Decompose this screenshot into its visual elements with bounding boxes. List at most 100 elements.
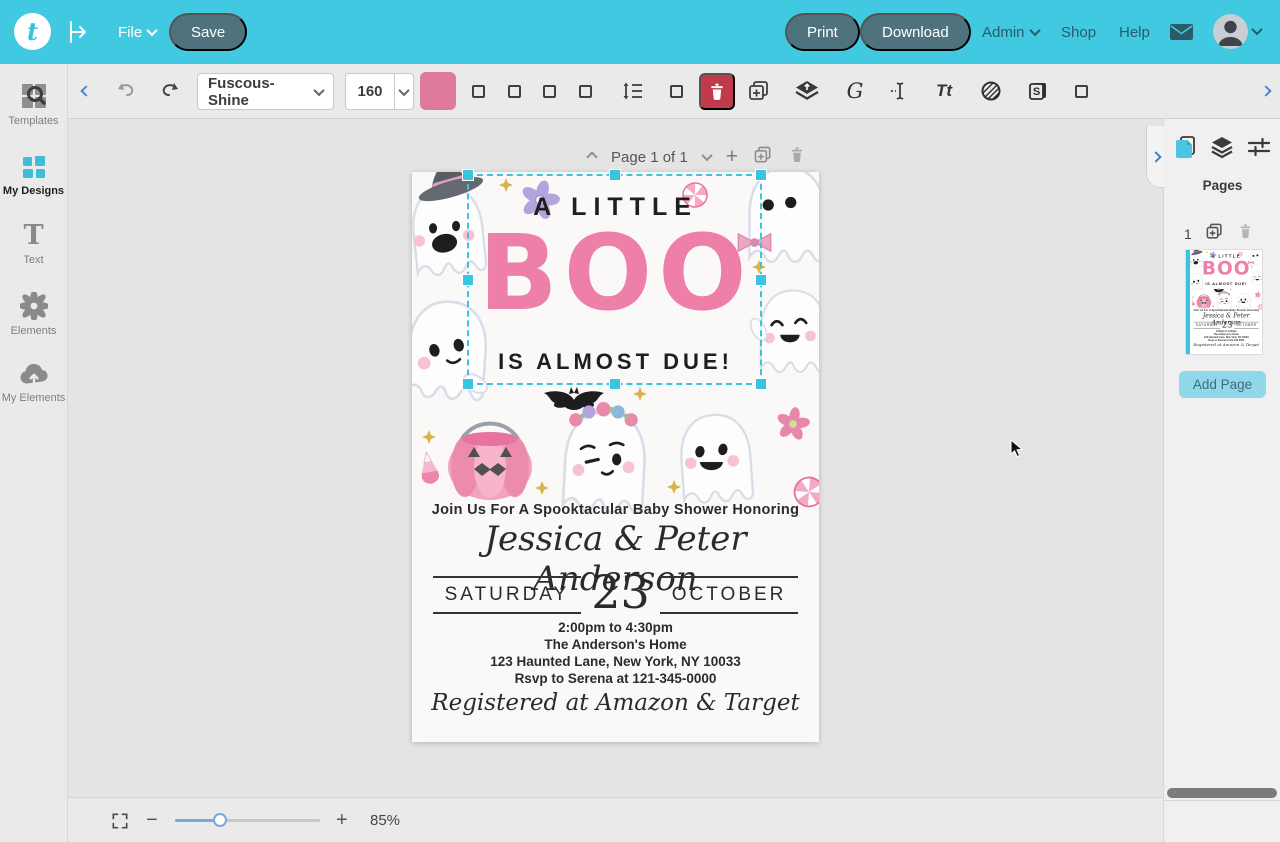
zoom-in-icon[interactable]: + xyxy=(336,798,348,842)
sidebar-label: Templates xyxy=(8,115,58,127)
font-size-dropdown[interactable] xyxy=(394,73,414,110)
sidebar-item-my-designs[interactable]: My Designs xyxy=(0,153,68,197)
delete-page-icon[interactable] xyxy=(788,146,806,169)
sidebar-item-text[interactable]: T Text xyxy=(0,223,68,266)
font-style-glyph-icon[interactable]: G xyxy=(841,77,869,105)
sidebar-label: My Elements xyxy=(2,392,66,404)
pumpkin-bucket xyxy=(1196,295,1211,309)
my-designs-grid-icon xyxy=(20,153,48,180)
layers-tab-icon[interactable] xyxy=(1210,135,1234,164)
shop-link[interactable]: Shop xyxy=(1061,0,1096,64)
canvas-area[interactable]: Page 1 of 1 + xyxy=(68,119,1163,797)
resize-handle-middle-left[interactable] xyxy=(463,275,473,285)
download-button[interactable]: Download xyxy=(860,13,971,51)
sidebar-item-elements[interactable]: Elements xyxy=(0,292,68,337)
adjustments-tab-icon[interactable] xyxy=(1247,135,1271,164)
invitation-registry[interactable]: Registered at Amazon & Target xyxy=(412,690,819,716)
collapse-panel-handle[interactable] xyxy=(1146,126,1164,188)
zoom-out-icon[interactable]: − xyxy=(146,798,158,842)
collapse-topbar-icon[interactable] xyxy=(66,19,90,50)
style-square-icon-1[interactable] xyxy=(464,77,492,105)
previous-page-icon[interactable] xyxy=(586,151,597,162)
style-square-icon-2[interactable] xyxy=(500,77,528,105)
print-button[interactable]: Print xyxy=(785,13,860,51)
duplicate-page-icon[interactable] xyxy=(1205,222,1224,246)
invitation-date-row[interactable]: SATURDAY 23 OCTOBER xyxy=(1190,321,1262,330)
pages-tab-icon[interactable] xyxy=(1175,135,1197,164)
horizontal-scrollbar[interactable] xyxy=(1167,788,1277,798)
style-square-icon-6[interactable] xyxy=(1067,77,1095,105)
text-case-icon[interactable]: Tt xyxy=(930,77,958,105)
toolbar-scroll-right-icon[interactable] xyxy=(1252,77,1280,105)
font-family-select[interactable]: Fuscous-Shine xyxy=(197,73,334,110)
account-chevron-icon[interactable] xyxy=(1251,24,1262,35)
invitation-registry[interactable]: Registered at Amazon & Target xyxy=(1190,342,1262,347)
resize-handle-top-middle[interactable] xyxy=(610,170,620,180)
next-page-icon[interactable] xyxy=(701,150,712,161)
invitation-day: SATURDAY xyxy=(1194,322,1220,329)
text-color-swatch[interactable] xyxy=(420,72,456,110)
zoom-slider[interactable] xyxy=(175,819,320,822)
invitation-day: SATURDAY xyxy=(433,576,582,614)
admin-menu[interactable]: Admin xyxy=(982,0,1039,64)
resize-handle-bottom-middle[interactable] xyxy=(610,379,620,389)
line-spacing-icon[interactable] xyxy=(619,77,647,105)
invitation-line2[interactable]: IS ALMOST DUE! xyxy=(1190,282,1262,287)
text-cursor-icon[interactable] xyxy=(886,77,914,105)
sidebar-item-my-elements[interactable]: My Elements xyxy=(0,363,68,404)
chevron-down-icon xyxy=(147,25,158,36)
admin-menu-label: Admin xyxy=(982,24,1025,41)
cloud-upload-icon xyxy=(19,363,49,387)
invitation-intro[interactable]: Join Us For A Spooktacular Baby Shower H… xyxy=(412,502,819,518)
invitation-time[interactable]: 2:00pm to 4:30pm xyxy=(412,620,819,635)
style-square-icon-5[interactable] xyxy=(662,77,690,105)
resize-handle-top-left[interactable] xyxy=(463,170,473,180)
invitation-address[interactable]: 123 Haunted Lane, New York, NY 10033 xyxy=(412,654,819,669)
resize-handle-top-right[interactable] xyxy=(756,170,766,180)
chevron-down-icon xyxy=(313,84,324,95)
mail-icon[interactable] xyxy=(1170,24,1193,45)
redo-icon[interactable] xyxy=(156,77,184,105)
zoom-slider-knob[interactable] xyxy=(213,813,227,827)
duplicate-page-icon[interactable] xyxy=(753,145,773,170)
duplicate-element-icon[interactable] xyxy=(745,77,773,105)
invitation-date: 23 xyxy=(591,565,650,619)
layer-order-icon[interactable] xyxy=(793,77,821,105)
invitation-date-row[interactable]: SATURDAY 23 OCTOBER xyxy=(412,571,819,619)
status-bar: − + 85% xyxy=(68,797,1163,842)
app-logo[interactable]: t xyxy=(14,13,51,50)
file-menu[interactable]: File xyxy=(118,0,156,64)
help-link[interactable]: Help xyxy=(1119,0,1150,64)
resize-handle-middle-right[interactable] xyxy=(756,275,766,285)
panel-divider xyxy=(1164,800,1280,801)
add-page-button[interactable]: Add Page xyxy=(1179,371,1266,398)
selection-bounding-box[interactable] xyxy=(467,174,762,385)
style-square-icon-4[interactable] xyxy=(571,77,599,105)
add-page-icon[interactable]: + xyxy=(726,147,738,167)
style-square-icon-3[interactable] xyxy=(535,77,563,105)
toolbar-scroll-left-icon[interactable] xyxy=(72,77,100,105)
delete-element-button[interactable] xyxy=(699,73,735,110)
sidebar-item-templates[interactable]: Templates xyxy=(0,82,68,127)
undo-icon[interactable] xyxy=(112,77,140,105)
save-button[interactable]: Save xyxy=(169,13,247,51)
delete-page-icon[interactable] xyxy=(1237,223,1254,245)
invitation-rsvp[interactable]: Rsvp to Serena at 121-345-0000 xyxy=(1190,339,1262,342)
logo-letter: t xyxy=(27,17,38,46)
invitation-boo-text[interactable]: BOO xyxy=(1190,258,1262,278)
font-size-input[interactable]: 160 xyxy=(345,73,395,110)
page-thumbnail[interactable]: A LITTLE BOO IS ALMOST DUE! Join Us For … xyxy=(1186,250,1262,354)
invitation-venue[interactable]: The Anderson's Home xyxy=(412,637,819,652)
substitute-icon[interactable]: S xyxy=(1024,77,1052,105)
ghost-flower-crown xyxy=(563,402,647,514)
resize-handle-bottom-right[interactable] xyxy=(756,379,766,389)
texture-fill-icon[interactable] xyxy=(977,77,1005,105)
design-page[interactable]: A LITTLE BOO IS ALMOST DUE! Join Us For … xyxy=(1190,250,1262,351)
candy-corn xyxy=(418,451,441,486)
user-avatar[interactable] xyxy=(1213,14,1248,49)
invitation-rsvp[interactable]: Rsvp to Serena at 121-345-0000 xyxy=(412,671,819,686)
page-number: 1 xyxy=(1184,226,1192,242)
resize-handle-bottom-left[interactable] xyxy=(463,379,473,389)
fit-to-screen-icon[interactable] xyxy=(110,798,130,842)
chevron-down-icon xyxy=(398,84,409,95)
